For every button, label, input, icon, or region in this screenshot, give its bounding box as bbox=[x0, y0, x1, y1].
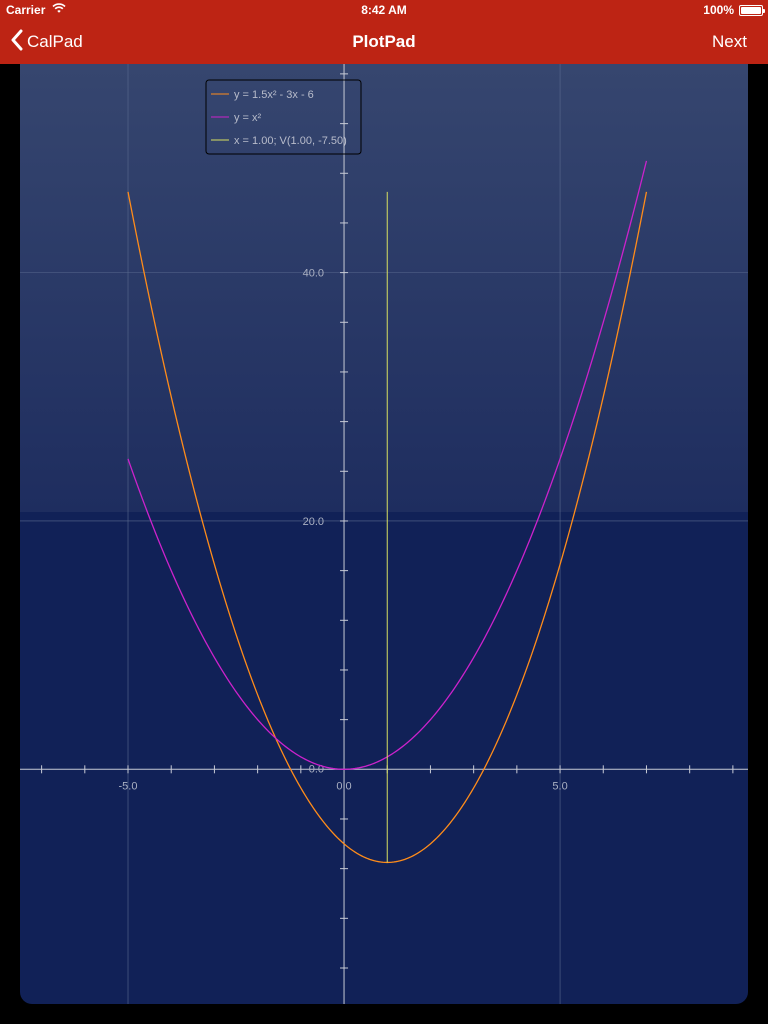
legend-label-series-2: y = x² bbox=[234, 112, 262, 124]
legend-label-series-1: y = 1.5x² - 3x - 6 bbox=[234, 89, 314, 101]
legend-label-vertex-line: x = 1.00; V(1.00, -7.50) bbox=[234, 135, 347, 147]
next-button[interactable]: Next bbox=[712, 32, 747, 52]
navigation-bar: CalPad PlotPad Next bbox=[0, 20, 768, 64]
plot-background-upper bbox=[20, 64, 748, 512]
plot-area[interactable]: -5.0 0.0 5.0 20.0 40.0 0.0 y = 1.5x² - 3x - 6… bbox=[20, 64, 748, 1004]
y-tick-label: 0.0 bbox=[309, 763, 324, 775]
y-tick-label: 20.0 bbox=[303, 516, 324, 528]
chevron-left-icon bbox=[10, 29, 23, 56]
x-tick-label: 5.0 bbox=[552, 780, 567, 792]
back-button[interactable]: CalPad bbox=[10, 28, 83, 56]
battery-percent: 100% bbox=[703, 3, 734, 17]
function-plot[interactable]: -5.0 0.0 5.0 20.0 40.0 0.0 y = 1.5x² - 3x - 6… bbox=[20, 64, 748, 1004]
page-title: PlotPad bbox=[352, 32, 416, 51]
y-tick-label: 40.0 bbox=[303, 268, 324, 280]
status-bar: Carrier 8:42 AM 100% bbox=[0, 0, 768, 20]
x-tick-label: 0.0 bbox=[336, 780, 351, 792]
battery-icon bbox=[739, 5, 765, 16]
clock: 8:42 AM bbox=[361, 3, 407, 17]
x-tick-label: -5.0 bbox=[119, 780, 138, 792]
back-button-label: CalPad bbox=[27, 32, 83, 51]
